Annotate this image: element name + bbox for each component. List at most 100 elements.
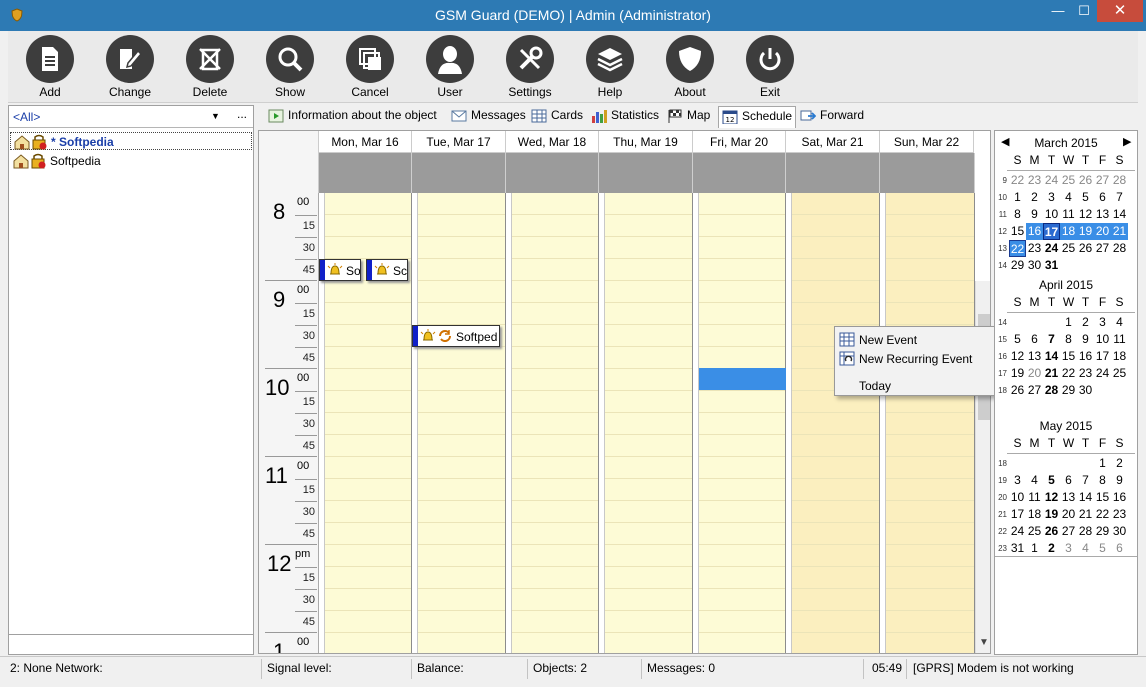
calendar-day[interactable]: 13 (1026, 348, 1043, 365)
calendar-day[interactable]: 2 (1077, 314, 1094, 331)
calendar-day[interactable]: 20 (1026, 365, 1043, 382)
day-header[interactable]: Fri, Mar 20 (693, 131, 786, 153)
tab-cards[interactable]: Cards (531, 108, 583, 128)
calendar-day[interactable]: 1 (1026, 540, 1043, 557)
calendar-day[interactable]: 19 (1009, 365, 1026, 382)
day-header[interactable]: Wed, Mar 18 (506, 131, 599, 153)
all-day-area[interactable] (412, 153, 506, 193)
calendar-day[interactable]: 23 (1026, 172, 1043, 189)
calendar-day[interactable]: 1 (1094, 455, 1111, 472)
calendar-day[interactable]: 10 (1009, 489, 1026, 506)
calendar-day[interactable]: 3 (1094, 314, 1111, 331)
calendar-day[interactable]: 29 (1060, 382, 1077, 399)
calendar-day[interactable] (1060, 455, 1077, 472)
calendar-day[interactable]: 3 (1043, 189, 1060, 206)
calendar-day[interactable]: 16 (1026, 223, 1043, 240)
calendar-day[interactable]: 2 (1043, 540, 1060, 557)
about-button[interactable]: About (655, 35, 725, 101)
user-button[interactable]: User (415, 35, 485, 101)
next-month-icon[interactable]: ▶ (1123, 135, 1131, 148)
calendar-day[interactable]: 16 (1111, 489, 1128, 506)
calendar-day[interactable]: 4 (1077, 540, 1094, 557)
day-column[interactable] (880, 193, 975, 653)
day-header[interactable]: Tue, Mar 17 (412, 131, 506, 153)
settings-button[interactable]: Settings (495, 35, 565, 101)
filter-dropdown[interactable]: <All> ▼ ... (9, 106, 253, 128)
calendar-day[interactable]: 24 (1094, 365, 1111, 382)
event-item[interactable]: So (319, 259, 361, 281)
calendar-day[interactable]: 22 (1060, 365, 1077, 382)
help-button[interactable]: Help (575, 35, 645, 101)
calendar-day[interactable]: 26 (1077, 172, 1094, 189)
calendar-day[interactable]: 22 (1009, 172, 1026, 189)
calendar-day[interactable]: 4 (1026, 472, 1043, 489)
calendar-day[interactable]: 22 (1009, 240, 1026, 257)
calendar-day[interactable] (1009, 314, 1026, 331)
calendar-day[interactable]: 6 (1026, 331, 1043, 348)
calendar-day[interactable]: 28 (1111, 240, 1128, 257)
calendar-day[interactable]: 31 (1009, 540, 1026, 557)
calendar-day[interactable]: 19 (1043, 506, 1060, 523)
calendar-day[interactable]: 10 (1043, 206, 1060, 223)
calendar-day[interactable]: 24 (1009, 523, 1026, 540)
calendar-day[interactable]: 25 (1060, 172, 1077, 189)
calendar-day[interactable]: 23 (1026, 240, 1043, 257)
exit-button[interactable]: Exit (735, 35, 805, 101)
calendar-day[interactable]: 14 (1111, 206, 1128, 223)
day-column[interactable] (786, 193, 880, 653)
calendar-day[interactable]: 21 (1043, 365, 1060, 382)
tree-item[interactable]: * Softpedia (10, 132, 252, 150)
calendar-day[interactable]: 9 (1026, 206, 1043, 223)
calendar-day[interactable]: 24 (1043, 240, 1060, 257)
day-column[interactable] (506, 193, 599, 653)
calendar-day[interactable]: 4 (1060, 189, 1077, 206)
calendar-day[interactable]: 13 (1094, 206, 1111, 223)
calendar-day[interactable]: 23 (1077, 365, 1094, 382)
calendar-day[interactable]: 7 (1043, 331, 1060, 348)
calendar-day[interactable] (1094, 382, 1111, 399)
calendar-day[interactable]: 25 (1111, 365, 1128, 382)
chevron-down-icon[interactable]: ▼ (979, 637, 989, 648)
tab-schedule[interactable]: 12 Schedule (718, 106, 797, 128)
calendar-day[interactable]: 3 (1060, 540, 1077, 557)
calendar-day[interactable] (1026, 314, 1043, 331)
calendar-day[interactable]: 28 (1111, 172, 1128, 189)
calendar-day[interactable] (1077, 455, 1094, 472)
calendar-day[interactable]: 5 (1043, 472, 1060, 489)
tree-search-input[interactable] (9, 634, 253, 654)
tree-item[interactable]: Softpedia (10, 152, 252, 170)
calendar-day[interactable]: 28 (1077, 523, 1094, 540)
calendar-day[interactable]: 14 (1077, 489, 1094, 506)
calendar-day[interactable]: 12 (1043, 489, 1060, 506)
calendar-day[interactable]: 9 (1077, 331, 1094, 348)
delete-button[interactable]: Delete (175, 35, 245, 101)
minimize-button[interactable]: — (1045, 0, 1071, 22)
cancel-button[interactable]: Cancel (335, 35, 405, 101)
calendar-day[interactable]: 17 (1009, 506, 1026, 523)
all-day-area[interactable] (506, 153, 599, 193)
calendar-day[interactable]: 1 (1060, 314, 1077, 331)
menu-item-today[interactable]: Today (837, 376, 997, 395)
selected-time-slot[interactable] (699, 368, 786, 390)
prev-month-icon[interactable]: ◀ (1001, 135, 1009, 148)
calendar-day[interactable]: 31 (1043, 257, 1060, 274)
calendar-day[interactable]: 11 (1060, 206, 1077, 223)
day-column[interactable] (412, 193, 506, 653)
calendar-day[interactable]: 5 (1077, 189, 1094, 206)
calendar-day[interactable]: 27 (1094, 172, 1111, 189)
calendar-day[interactable]: 19 (1077, 223, 1094, 240)
day-header[interactable]: Mon, Mar 16 (319, 131, 412, 153)
calendar-day[interactable]: 27 (1060, 523, 1077, 540)
calendar-day[interactable] (1026, 455, 1043, 472)
calendar-day[interactable]: 12 (1009, 348, 1026, 365)
calendar-day[interactable]: 17 (1094, 348, 1111, 365)
calendar-day[interactable]: 13 (1060, 489, 1077, 506)
calendar-day[interactable]: 24 (1043, 172, 1060, 189)
menu-item-new-recurring-event[interactable]: New Recurring Event (837, 349, 997, 368)
calendar-day[interactable]: 8 (1060, 331, 1077, 348)
calendar-day[interactable]: 30 (1111, 523, 1128, 540)
close-button[interactable]: ✕ (1097, 0, 1143, 22)
calendar-day[interactable]: 11 (1026, 489, 1043, 506)
calendar-day[interactable]: 28 (1043, 382, 1060, 399)
calendar-day[interactable]: 26 (1077, 240, 1094, 257)
